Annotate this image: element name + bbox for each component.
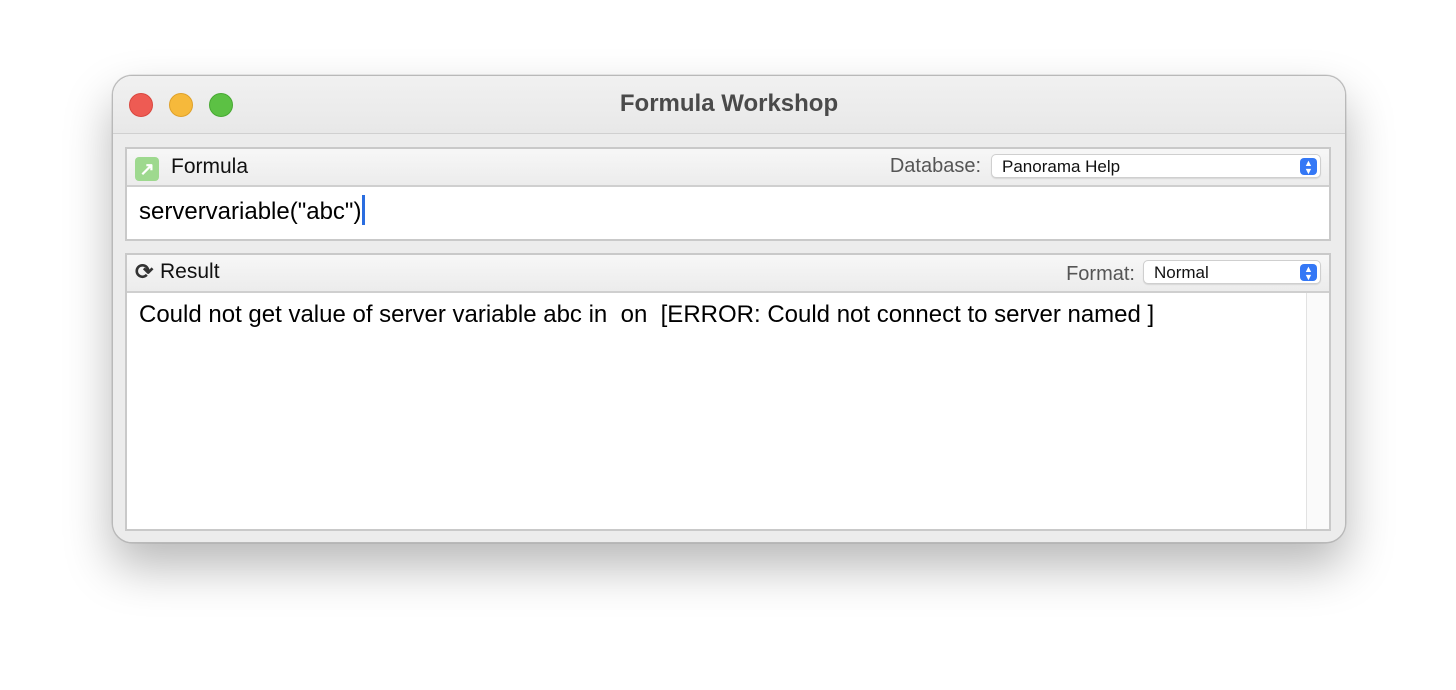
formula-workshop-window: Formula Workshop ↗ Formula Database: Pan…	[112, 75, 1346, 543]
chevron-updown-icon: ▲ ▼	[1300, 264, 1317, 282]
formula-panel: ↗ Formula Database: Panorama Help ▲ ▼ ser…	[125, 147, 1331, 241]
format-popup-value: Normal	[1154, 263, 1209, 282]
formula-text: servervariable("abc")	[139, 198, 362, 225]
formula-input[interactable]: servervariable("abc")	[139, 195, 366, 226]
title-bar[interactable]: Formula Workshop	[113, 76, 1345, 134]
formula-panel-header: ↗ Formula Database: Panorama Help ▲ ▼	[127, 149, 1329, 187]
arrow-up-right-icon[interactable]: ↗	[135, 157, 159, 181]
database-label: Database:	[889, 155, 981, 177]
format-label: Format:	[1066, 263, 1135, 285]
database-popup-value: Panorama Help	[1002, 157, 1121, 176]
result-text: Could not get value of server variable a…	[139, 301, 1155, 328]
result-scrollbar[interactable]	[1306, 293, 1329, 529]
chevron-updown-icon: ▲ ▼	[1300, 158, 1317, 176]
text-caret	[362, 195, 366, 225]
formula-label: Formula	[171, 155, 249, 178]
result-label: Result	[160, 260, 220, 283]
window-title: Formula Workshop	[619, 90, 839, 117]
result-panel: ⟳ Result Format: Normal ▲ ▼ Could not get…	[125, 253, 1331, 531]
format-popup[interactable]: Normal ▲ ▼	[1143, 260, 1321, 284]
result-panel-header: ⟳ Result Format: Normal ▲ ▼	[127, 255, 1329, 293]
database-popup[interactable]: Panorama Help ▲ ▼	[991, 154, 1321, 178]
refresh-icon[interactable]: ⟳	[135, 259, 153, 285]
window-content: ↗ Formula Database: Panorama Help ▲ ▼ ser…	[113, 134, 1345, 542]
